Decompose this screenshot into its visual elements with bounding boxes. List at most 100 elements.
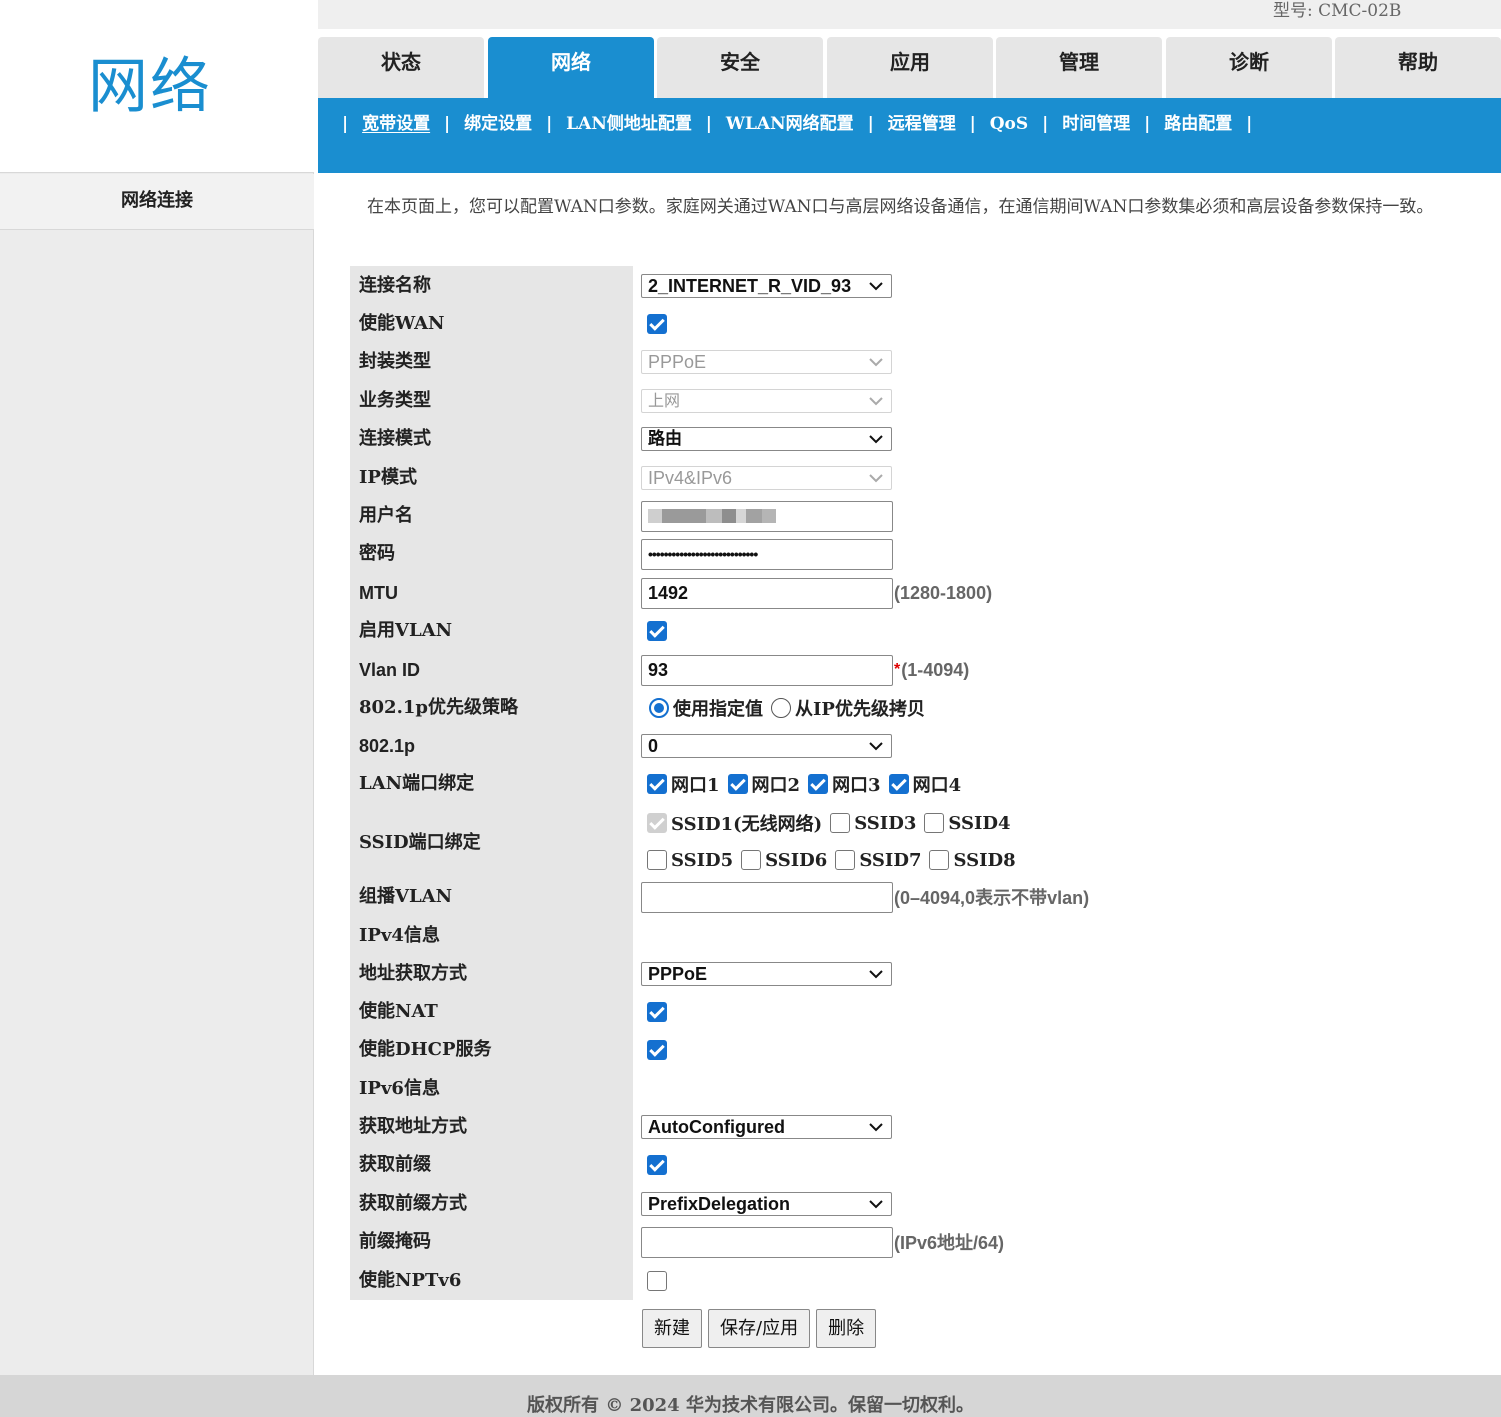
- subnav-binding[interactable]: 绑定设置: [464, 114, 532, 134]
- new-button[interactable]: 新建: [642, 1309, 702, 1348]
- ssid5-checkbox[interactable]: [647, 850, 667, 870]
- row-ipv4-info: IPv4信息: [350, 917, 1500, 955]
- enable-vlan-label: 启用VLAN: [359, 620, 453, 641]
- subnav-remote[interactable]: 远程管理: [888, 114, 956, 134]
- encapsulation-label: 封装类型: [359, 351, 431, 372]
- encapsulation-select: PPPoE: [641, 350, 892, 374]
- ipv6-addr-method-label: 获取地址方式: [359, 1116, 467, 1137]
- ssid4-checkbox[interactable]: [924, 813, 945, 833]
- redacted-text: [648, 509, 662, 523]
- logo-box: 网络: [0, 0, 314, 173]
- tab-management[interactable]: 管理: [996, 37, 1162, 98]
- page-logo-title: 网络: [88, 52, 212, 122]
- enable-vlan-checkbox[interactable]: [647, 621, 667, 641]
- 8021p-select[interactable]: 0: [641, 734, 892, 758]
- addr-method-select[interactable]: PPPoE: [641, 962, 892, 986]
- service-type-label: 业务类型: [359, 390, 431, 411]
- priority-copy-label: 从IP优先级拷贝: [795, 699, 925, 720]
- tab-diagnosis[interactable]: 诊断: [1166, 37, 1332, 98]
- subnav-routing[interactable]: 路由配置: [1164, 114, 1232, 134]
- page-description: 在本页面上，您可以配置WAN口参数。家庭网关通过WAN口与高层网络设备通信，在通…: [367, 197, 1434, 217]
- prefix-mask-input[interactable]: [641, 1226, 893, 1258]
- tab-application[interactable]: 应用: [827, 37, 993, 98]
- enable-nat-checkbox[interactable]: [647, 1002, 667, 1022]
- sidebar-item-network-connection[interactable]: 网络连接: [0, 174, 314, 230]
- lan-port2-checkbox[interactable]: [727, 774, 748, 794]
- mtu-label: MTU: [359, 583, 398, 603]
- ipv6-addr-method-select[interactable]: AutoConfigured: [641, 1115, 892, 1139]
- lan-port1-checkbox[interactable]: [647, 774, 667, 794]
- subnav-separator: |: [342, 114, 349, 134]
- chevron-down-icon: [869, 1200, 883, 1209]
- subnav-broadband[interactable]: 宽带设置: [362, 114, 430, 134]
- enable-dhcp-checkbox[interactable]: [647, 1040, 667, 1060]
- ssid8-checkbox[interactable]: [929, 850, 950, 870]
- row-multicast-vlan: 组播VLAN (0–4094,0表示不带vlan): [350, 878, 1500, 916]
- ip-mode-select: IPv4&IPv6: [641, 466, 892, 490]
- row-ipv6-info: IPv6信息: [350, 1070, 1500, 1108]
- lan-port1-label: 网口1: [671, 775, 720, 796]
- row-connection-mode: 连接模式 路由: [350, 420, 1500, 458]
- row-ssid-bind: SSID端口绑定 SSID1(无线网络) SSID3 SSID4 SSID5 S…: [350, 805, 1500, 881]
- subnav-lan-address[interactable]: LAN侧地址配置: [566, 114, 692, 134]
- ssid7-checkbox[interactable]: [835, 850, 856, 870]
- priority-specified-label: 使用指定值: [673, 699, 763, 720]
- redacted-text: [722, 509, 736, 523]
- redacted-text: [706, 509, 722, 523]
- lan-port4-checkbox[interactable]: [888, 774, 909, 794]
- enable-wan-checkbox[interactable]: [647, 314, 667, 334]
- ssid7-label: SSID7: [859, 849, 922, 871]
- redacted-text: [762, 509, 776, 523]
- chevron-down-icon: [869, 282, 883, 291]
- ssid3-checkbox[interactable]: [830, 813, 851, 833]
- priority-copy-radio[interactable]: [771, 698, 791, 718]
- row-connection-name: 连接名称 2_INTERNET_R_VID_93: [350, 267, 1500, 305]
- lan-bind-label: LAN端口绑定: [359, 773, 475, 794]
- model-label: 型号: CMC-02B: [1273, 1, 1402, 21]
- password-input[interactable]: ••••••••••••••••••••••••••••: [641, 538, 893, 570]
- ssid6-checkbox[interactable]: [741, 850, 762, 870]
- get-prefix-checkbox[interactable]: [647, 1155, 667, 1175]
- ssid6-label: SSID6: [765, 849, 828, 871]
- lan-port3-checkbox[interactable]: [808, 774, 829, 794]
- row-password: 密码 ••••••••••••••••••••••••••••: [350, 535, 1500, 573]
- get-prefix-label: 获取前缀: [359, 1154, 431, 1175]
- lan-port4-label: 网口4: [912, 775, 962, 796]
- username-input[interactable]: [641, 500, 893, 532]
- ssid5-label: SSID5: [671, 849, 734, 871]
- mtu-input[interactable]: 1492: [641, 577, 893, 609]
- connection-name-select[interactable]: 2_INTERNET_R_VID_93: [641, 274, 892, 298]
- tab-network[interactable]: 网络: [488, 37, 654, 98]
- vlan-id-input[interactable]: 93: [641, 654, 893, 686]
- enable-dhcp-label: 使能DHCP服务: [359, 1039, 492, 1060]
- subnav-separator: |: [867, 114, 874, 134]
- delete-button[interactable]: 删除: [816, 1309, 877, 1348]
- mtu-range-hint: (1280-1800): [894, 582, 993, 603]
- sub-navigation: | 宽带设置 | 绑定设置 | LAN侧地址配置 | WLAN网络配置 | 远程…: [318, 98, 1501, 173]
- enable-nptv6-checkbox[interactable]: [647, 1271, 667, 1291]
- chevron-down-icon: [869, 358, 883, 367]
- priority-specified-radio[interactable]: [649, 698, 669, 718]
- enable-nat-label: 使能NAT: [359, 1001, 438, 1022]
- subnav-time[interactable]: 时间管理: [1062, 114, 1130, 134]
- subnav-wlan[interactable]: WLAN网络配置: [726, 114, 854, 134]
- row-8021p: 802.1p 0: [350, 727, 1500, 765]
- connection-mode-select[interactable]: 路由: [641, 427, 892, 451]
- ssid4-label: SSID4: [948, 812, 1011, 834]
- chevron-down-icon: [869, 435, 883, 444]
- multicast-vlan-input[interactable]: [641, 881, 893, 913]
- chevron-down-icon: [869, 474, 883, 483]
- row-prefix-method: 获取前缀方式 PrefixDelegation: [350, 1185, 1500, 1223]
- 8021p-label: 802.1p: [359, 736, 416, 756]
- tab-help[interactable]: 帮助: [1335, 37, 1501, 98]
- tab-status[interactable]: 状态: [318, 37, 484, 98]
- ssid3-label: SSID3: [854, 812, 917, 834]
- save-apply-button[interactable]: 保存/应用: [708, 1309, 811, 1348]
- subnav-qos[interactable]: QoS: [990, 114, 1028, 134]
- tab-security[interactable]: 安全: [657, 37, 823, 98]
- prefix-method-select[interactable]: PrefixDelegation: [641, 1192, 892, 1216]
- chevron-down-icon: [869, 1123, 883, 1132]
- chevron-down-icon: [869, 970, 883, 979]
- enable-wan-label: 使能WAN: [359, 313, 445, 334]
- row-enable-dhcp: 使能DHCP服务: [350, 1031, 1500, 1069]
